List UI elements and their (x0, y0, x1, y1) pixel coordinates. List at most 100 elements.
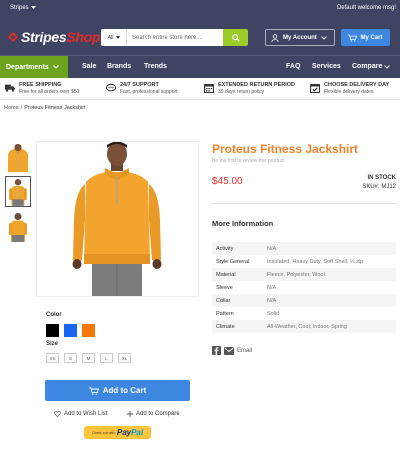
attribute-value: All-Weather, Cool, Indoor, Spring (263, 320, 396, 333)
product-thumbnail-image (6, 177, 30, 206)
email-icon[interactable] (224, 346, 234, 355)
product-thumbnail[interactable] (5, 141, 31, 172)
size-option-s[interactable]: S (64, 353, 77, 363)
nav-link-faq[interactable]: FAQ (286, 63, 300, 70)
paypal-logo: PayPal (117, 428, 143, 437)
more-info-table: Activity N/A Style General Insulated, Heav… (212, 242, 396, 333)
my-cart-button[interactable]: My Cart (341, 29, 390, 46)
add-to-compare-link[interactable]: Add to Compare (127, 411, 180, 417)
feature-title: 24/7 SUPPORT (120, 82, 159, 88)
more-info-heading: More Information (212, 219, 274, 228)
color-swatch-orange[interactable] (82, 324, 95, 337)
nav-link-trends[interactable]: Trends (144, 63, 167, 70)
product-thumbnail-active[interactable] (5, 176, 31, 207)
paypal-logo-part2: Pal (131, 428, 144, 437)
heart-icon (54, 411, 61, 417)
attribute-value: N/A (267, 284, 277, 291)
product-photo (37, 141, 198, 296)
nav-link-sale[interactable]: Sale (82, 63, 96, 70)
search-category-select[interactable]: All (101, 29, 127, 46)
my-account-label: My Account (283, 34, 317, 41)
attribute-label: Activity (212, 242, 263, 255)
size-option-l[interactable]: L (100, 353, 113, 363)
color-swatch-blue[interactable] (64, 324, 77, 337)
email-share-label[interactable]: Email (237, 348, 252, 354)
size-option-m[interactable]: M (82, 353, 95, 363)
feature-free-shipping: FREE SHIPPING Free for all orders over $… (5, 82, 79, 96)
calendar-icon (204, 83, 214, 93)
size-option-xl[interactable]: XL (118, 353, 131, 363)
feature-returns: EXTENDED RETURN PERIOD 30 days return po… (204, 82, 295, 96)
table-row: Style General Insulated, Heavy Duty, Soft… (212, 255, 396, 268)
search-button[interactable] (223, 29, 248, 46)
nav-link-services[interactable]: Services (312, 63, 341, 70)
add-to-cart-button[interactable]: Add to Cart (45, 380, 190, 401)
site-header: StripesShop All My Account My Cart (0, 19, 400, 55)
welcome-message: Default welcome msg! (336, 5, 396, 11)
product-sku: SKU#: MJ12 (362, 184, 396, 190)
wishlist-label: Add to Wish List (64, 411, 108, 417)
truck-icon (5, 84, 15, 92)
nav-link-label: Sale (82, 63, 97, 70)
logo[interactable]: StripesShop (8, 29, 100, 45)
size-label: Size (46, 341, 59, 347)
my-cart-label: My Cart (360, 34, 383, 41)
breadcrumb-current: Proteus Fitness Jackshirt (24, 105, 86, 111)
color-label: Color (46, 312, 62, 318)
size-option-xs[interactable]: XS (46, 353, 59, 363)
feature-title: CHOOSE DELIVERY DAY (324, 82, 390, 88)
feature-title: FREE SHIPPING (19, 82, 62, 88)
nav-link-label: Brands (107, 63, 132, 70)
chat-icon (106, 83, 116, 92)
caret-down-icon (30, 6, 36, 9)
product-price: $45.00 (212, 176, 243, 187)
attribute-value: Solid (267, 310, 280, 317)
chevron-down-icon (320, 35, 327, 40)
divider (212, 203, 396, 204)
cart-icon (88, 386, 99, 395)
paypal-prefix: Check out with (91, 430, 115, 435)
departments-menu[interactable]: Departments (0, 56, 68, 78)
feature-subtitle: Fast, professional support (120, 89, 178, 95)
chevron-down-icon (384, 64, 391, 69)
facebook-icon[interactable] (212, 346, 221, 355)
search-input[interactable] (127, 29, 223, 46)
sku-label: SKU#: (362, 184, 380, 190)
cart-icon (348, 34, 358, 42)
departments-label: Departments (6, 63, 49, 71)
feature-support: 24/7 SUPPORT Fast, professional support (106, 82, 178, 96)
table-row: Collar N/A (212, 294, 396, 307)
brand-name-part1: Stripes (21, 29, 67, 45)
store-switcher-label: Stripes (10, 5, 29, 11)
calendar-check-icon (310, 83, 320, 93)
product-thumbnail[interactable] (5, 211, 31, 242)
add-to-wishlist-link[interactable]: Add to Wish List (54, 411, 107, 417)
attribute-label: Style General (216, 258, 250, 265)
sku-value: MJ12 (381, 184, 396, 190)
nav-link-label: Trends (144, 63, 167, 70)
nav-link-brands[interactable]: Brands (107, 63, 131, 70)
main-nav: Departments Sale Brands Trends FAQ Servi… (0, 55, 400, 78)
feature-subtitle: 30 days return policy (218, 89, 265, 95)
attribute-label: Collar (212, 294, 263, 307)
table-row: Sleeve N/A (212, 281, 396, 294)
product-main-image[interactable] (36, 141, 199, 297)
table-row: Activity N/A (212, 242, 396, 255)
attribute-label: Material (212, 268, 263, 281)
product-thumbnail-image (5, 141, 31, 172)
nav-link-compare[interactable]: Compare (352, 63, 391, 70)
compare-label: Add to Compare (136, 411, 180, 417)
store-switcher[interactable]: Stripes (10, 5, 36, 11)
feature-title: EXTENDED RETURN PERIOD (218, 82, 296, 88)
feature-subtitle: Free for all orders over $50 (19, 89, 80, 95)
breadcrumb-separator: / (20, 105, 23, 111)
my-account-button[interactable]: My Account (265, 29, 335, 46)
breadcrumb-home[interactable]: Home (4, 105, 19, 111)
nav-link-label: FAQ (286, 63, 301, 70)
review-link[interactable]: Be the first to review this product (212, 158, 285, 164)
product-title: Proteus Fitness Jackshirt (212, 142, 359, 156)
attribute-label: Pattern (216, 310, 234, 317)
feature-strip: FREE SHIPPING Free for all orders over $… (0, 78, 400, 100)
color-swatch-black[interactable] (46, 324, 59, 337)
paypal-checkout-button[interactable]: Check out with PayPal (84, 426, 151, 439)
